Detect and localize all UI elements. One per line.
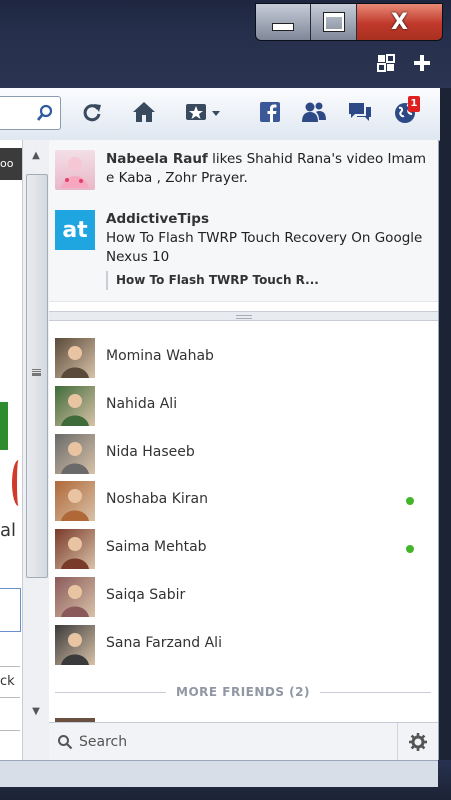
page-logo-fragment <box>0 402 18 450</box>
tab-groups-icon <box>377 54 395 72</box>
status-bar <box>0 760 438 787</box>
sidebar-scrollbar[interactable]: ▲ ▼ <box>22 140 49 760</box>
scroll-thumb[interactable] <box>26 174 48 578</box>
ticker-author[interactable]: AddictiveTips <box>106 210 430 229</box>
title-bar: X <box>0 0 451 88</box>
minimize-icon <box>272 23 295 31</box>
gear-icon <box>409 733 427 751</box>
more-friends-label[interactable]: MORE FRIENDS (2) <box>176 685 310 699</box>
home-icon <box>133 102 155 122</box>
friends-icon <box>302 102 326 122</box>
search-icon <box>58 735 73 750</box>
chat-search-input[interactable]: Search <box>49 723 398 761</box>
ticker-item[interactable]: at AddictiveTips How To Flash TWRP Touch… <box>49 200 438 302</box>
friend-row[interactable]: Momina Wahab <box>49 334 438 382</box>
bookmark-star-icon <box>186 104 220 120</box>
avatar-image <box>61 489 89 522</box>
facebook-icon <box>260 102 280 122</box>
avatar <box>55 577 95 617</box>
avatar-image <box>61 346 89 378</box>
close-button[interactable]: X <box>356 4 442 40</box>
scroll-down-arrow[interactable]: ▼ <box>29 706 43 717</box>
avatar-text: at <box>62 217 88 243</box>
bookmarks-button[interactable] <box>184 98 226 126</box>
navigation-toolbar: 1 <box>0 88 440 141</box>
home-button[interactable] <box>130 98 158 126</box>
window-controls: X <box>255 3 443 41</box>
friend-row[interactable]: Nida Haseeb <box>49 430 438 478</box>
friend-name: Saiqa Sabir <box>106 587 186 603</box>
avatar <box>55 338 95 378</box>
window-frame-bottom <box>0 760 451 800</box>
online-status-icon <box>406 497 414 506</box>
online-status-icon <box>406 545 414 554</box>
search-icon[interactable] <box>36 104 54 122</box>
resize-grip-icon <box>236 315 252 319</box>
tab-controls <box>377 54 431 72</box>
page-text-fragment: al <box>0 520 17 541</box>
friend-row[interactable]: Nahida Ali <box>49 382 438 430</box>
friend-name: Nida Haseeb <box>106 443 195 460</box>
plus-icon <box>414 55 430 71</box>
divider-line <box>55 691 166 693</box>
avatar-image <box>61 537 89 570</box>
ticker-text: AddictiveTips How To Flash TWRP Touch Re… <box>106 210 430 290</box>
minimize-button[interactable] <box>256 4 312 40</box>
shared-link-title[interactable]: How To Flash TWRP Touch R... <box>106 271 430 290</box>
new-tab-button[interactable] <box>413 54 431 72</box>
friend-name: Noshaba Kiran <box>106 491 208 508</box>
avatar <box>55 385 95 426</box>
more-friends-divider[interactable]: MORE FRIENDS (2) <box>55 684 431 700</box>
avatar <box>55 529 95 570</box>
close-icon: X <box>390 9 408 35</box>
search-placeholder: Search <box>79 734 128 750</box>
tab-groups-button[interactable] <box>377 54 395 72</box>
avatar-image <box>61 393 89 426</box>
ticker-story: How To Flash TWRP Touch Recovery On Goog… <box>106 230 423 265</box>
avatar-image <box>61 157 89 188</box>
page-content: oo al ck ▲ ▼ <box>0 140 50 760</box>
chat-options-button[interactable] <box>408 732 428 752</box>
messages-icon <box>349 103 371 121</box>
friend-row[interactable]: Saiqa Sabir <box>49 573 438 621</box>
friend-name: Saima Mehtab <box>106 539 207 556</box>
notifications-button[interactable]: 1 <box>392 96 420 126</box>
avatar <box>55 433 95 474</box>
ticker-author[interactable]: Nabeela Rauf <box>106 151 208 167</box>
friend-requests-button[interactable] <box>300 98 328 126</box>
friend-row[interactable]: Sana Farzand Ali <box>49 621 438 669</box>
reload-icon <box>83 104 101 122</box>
maximize-icon <box>322 12 345 32</box>
avatar-image <box>61 632 89 665</box>
avatar: at <box>55 210 95 250</box>
page-button-fragment[interactable]: ck <box>0 666 20 698</box>
friend-row[interactable]: Noshaba Kiran <box>49 477 438 525</box>
notification-badge: 1 <box>408 96 420 112</box>
reload-button[interactable] <box>78 98 106 126</box>
avatar <box>55 624 95 665</box>
friend-name: Momina Wahab <box>106 348 214 364</box>
friend-name: Nahida Ali <box>106 395 178 412</box>
divider-line <box>320 691 431 693</box>
avatar-image <box>61 441 89 474</box>
scroll-up-arrow[interactable]: ▲ <box>29 150 43 161</box>
page-input-fragment[interactable] <box>0 588 21 632</box>
page-field-fragment[interactable] <box>0 698 20 731</box>
ticker-item[interactable]: Nabeela Rauf likes Shahid Rana's video I… <box>49 140 438 201</box>
friend-name: Sana Farzand Ali <box>106 634 222 651</box>
facebook-button[interactable] <box>256 98 284 126</box>
pane-resize-divider[interactable] <box>49 311 438 321</box>
facebook-sidebar: Nabeela Rauf likes Shahid Rana's video I… <box>49 140 439 761</box>
ticker-text: Nabeela Rauf likes Shahid Rana's video I… <box>106 150 430 188</box>
avatar <box>55 150 95 190</box>
messages-button[interactable] <box>346 98 374 126</box>
chat-search-bar: Search <box>49 722 438 761</box>
avatar <box>55 481 95 522</box>
maximize-button[interactable] <box>311 4 357 40</box>
friend-row[interactable]: Saima Mehtab <box>49 525 438 573</box>
url-bar[interactable] <box>0 96 61 130</box>
grip-icon <box>32 369 41 372</box>
avatar-image <box>61 585 89 617</box>
page-tab-fragment: oo <box>0 148 22 180</box>
